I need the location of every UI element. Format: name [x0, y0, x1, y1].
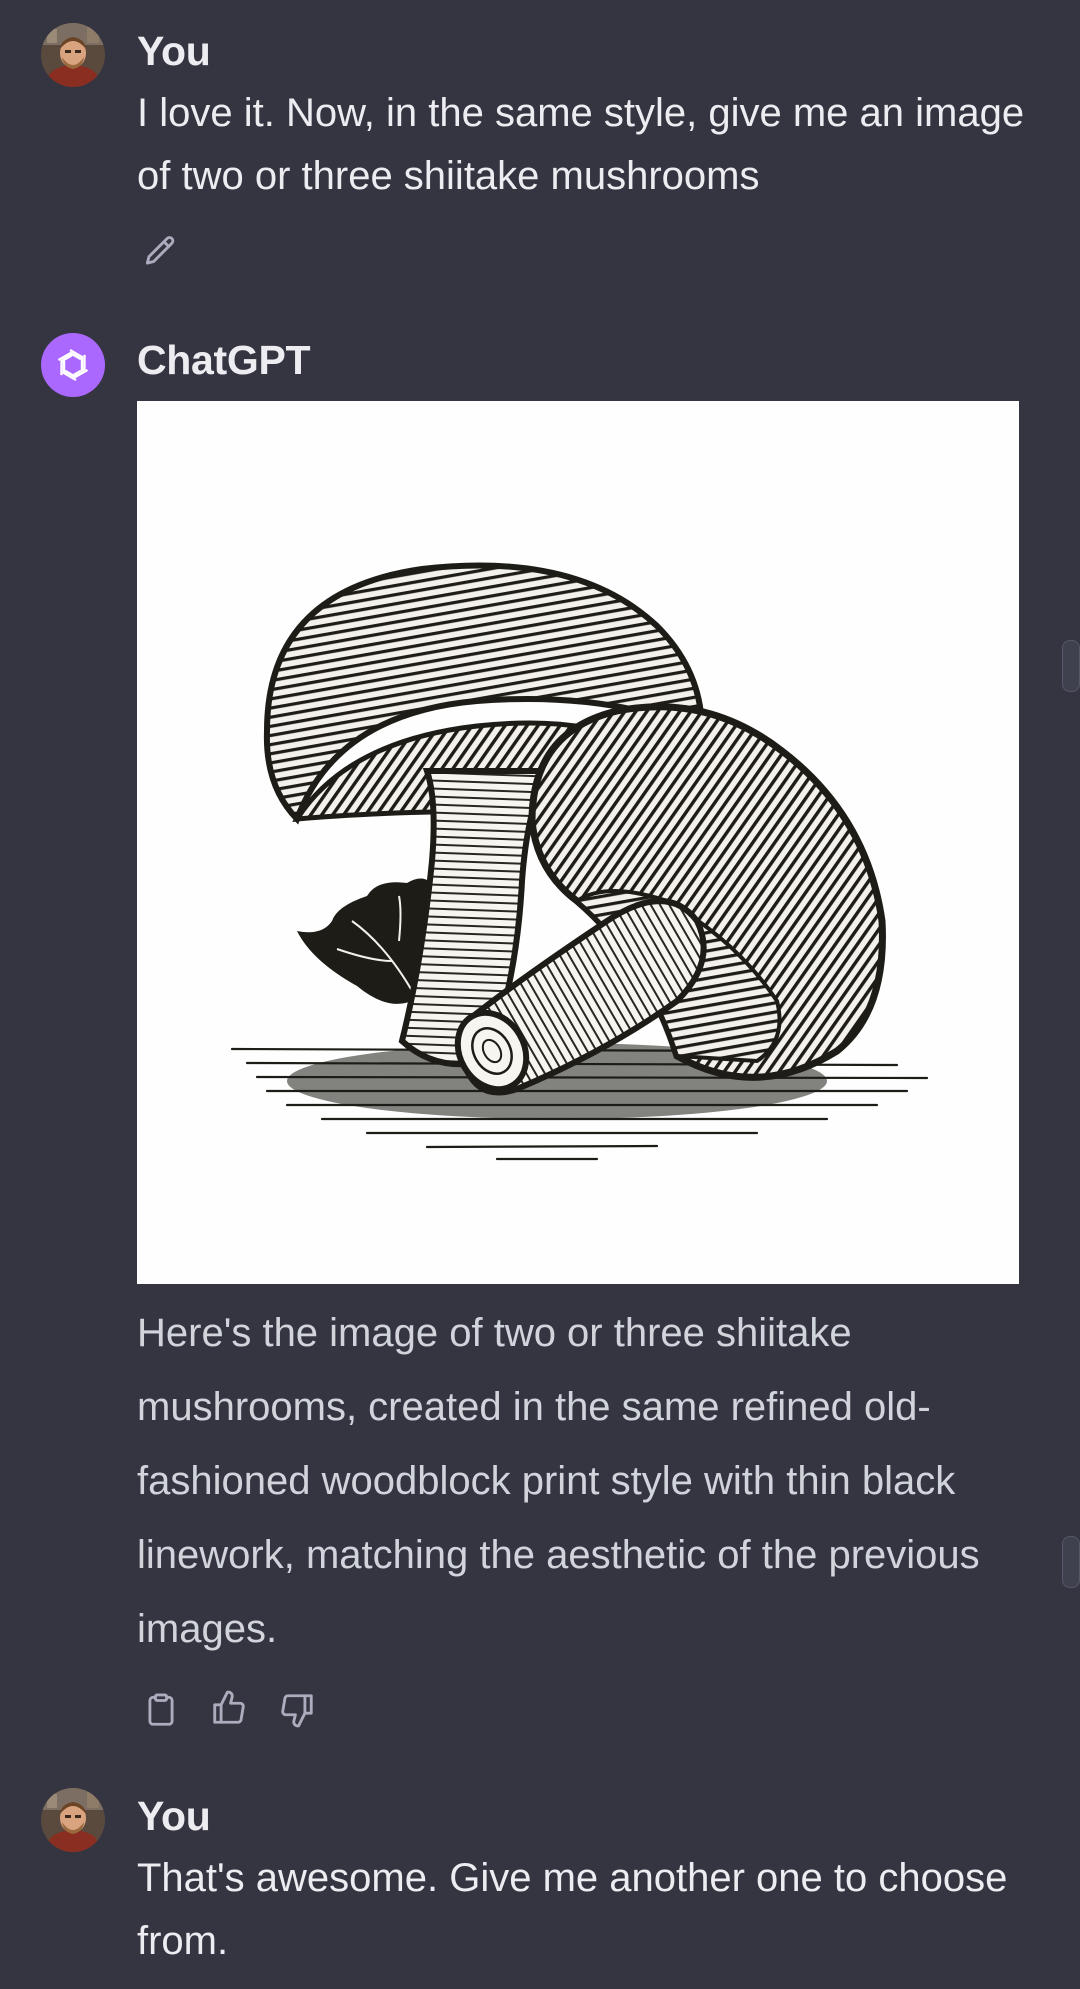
- assistant-message: ChatGPT Here's the image of two or three…: [0, 0, 1080, 1760]
- generated-image[interactable]: [137, 401, 1019, 1284]
- user-avatar: [41, 1788, 105, 1852]
- copy-icon[interactable]: [139, 1688, 183, 1732]
- message-author: ChatGPT: [137, 337, 311, 383]
- scrollbar-thumb[interactable]: [1062, 1536, 1080, 1588]
- user-message: You That's awesome. Give me another one …: [0, 1760, 1080, 1989]
- message-text: Here's the image of two or three shiitak…: [137, 1311, 980, 1651]
- scrollbar-thumb[interactable]: [1062, 640, 1080, 692]
- message-author: You: [137, 1793, 211, 1839]
- chatgpt-avatar: [41, 333, 105, 397]
- message-text: That's awesome. Give me another one to c…: [137, 1856, 1008, 1963]
- mushroom-illustration: [230, 562, 929, 1161]
- thumbs-up-icon[interactable]: [207, 1686, 251, 1730]
- thumbs-down-icon[interactable]: [275, 1688, 319, 1732]
